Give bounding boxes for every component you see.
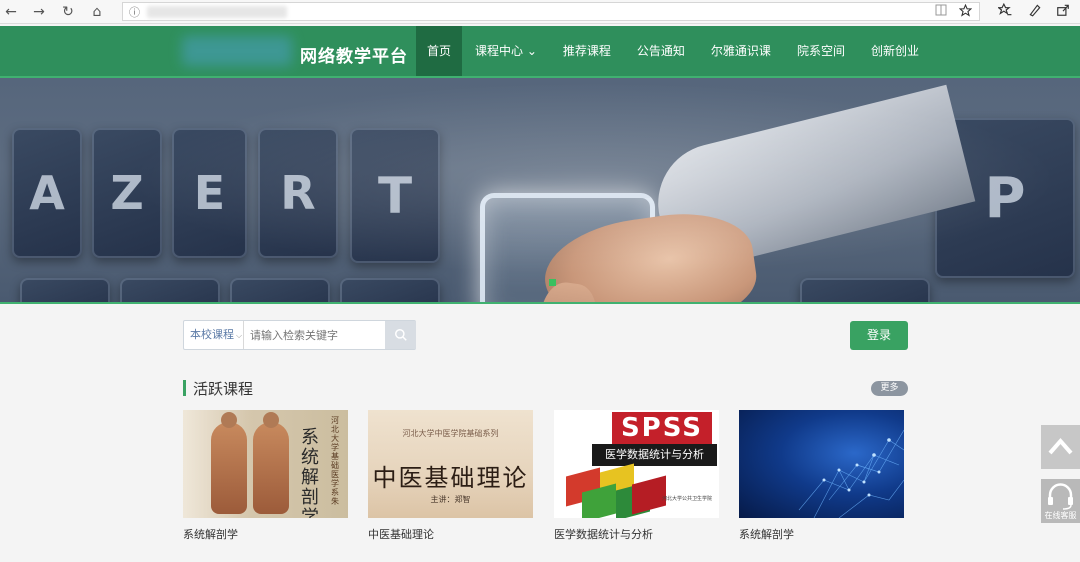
url-text-blurred bbox=[147, 6, 287, 18]
network-graphic bbox=[798, 429, 904, 518]
search-icon bbox=[395, 329, 407, 341]
course-title[interactable]: 中医基础理论 bbox=[368, 526, 434, 542]
course-cover[interactable] bbox=[739, 410, 904, 518]
online-service-label: 在线客服 bbox=[1044, 511, 1077, 520]
favorite-star-icon[interactable] bbox=[958, 3, 973, 20]
cover-calligraphy: 系统解剖学 bbox=[301, 427, 319, 519]
back-to-top-button[interactable] bbox=[1041, 425, 1080, 469]
headset-icon bbox=[1048, 483, 1073, 510]
course-title[interactable]: 医学数据统计与分析 bbox=[554, 526, 653, 542]
cover-title: 中医基础理论 bbox=[372, 464, 529, 492]
course-card[interactable]: 系统解剖学 河北大学基础医学系 朱 系统解剖学 bbox=[183, 410, 348, 541]
course-cover[interactable]: 系统解剖学 河北大学基础医学系 朱 bbox=[183, 410, 348, 518]
cover-title: 医学数据统计与分析 bbox=[592, 444, 717, 466]
nav-announcements[interactable]: 公告通知 bbox=[624, 26, 698, 76]
info-icon[interactable]: ⓘ bbox=[129, 4, 140, 20]
course-cover[interactable]: 河北大学中医学院基础系列 中医基础理论 主讲：郑智 bbox=[368, 410, 533, 518]
nav-department-space[interactable]: 院系空间 bbox=[784, 26, 858, 76]
banner-divider bbox=[0, 302, 1080, 304]
hero-banner[interactable]: A Z E R T P bbox=[0, 78, 1080, 302]
cover-side-text: 河北大学基础医学系 朱 bbox=[331, 416, 339, 506]
chevron-up-icon bbox=[1048, 437, 1073, 455]
course-card[interactable]: SPSS 医学数据统计与分析 河北大学公共卫生学院 医学数据统计与分析 bbox=[554, 410, 719, 541]
search-scope-label: 本校课程 bbox=[190, 328, 234, 341]
course-title[interactable]: 系统解剖学 bbox=[183, 526, 238, 542]
pen-notes-icon[interactable] bbox=[1028, 3, 1042, 21]
course-card[interactable]: 河北大学中医学院基础系列 中医基础理论 主讲：郑智 中医基础理论 bbox=[368, 410, 533, 541]
course-title[interactable]: 系统解剖学 bbox=[739, 526, 794, 542]
school-logo-blurred bbox=[182, 36, 292, 66]
online-service-button[interactable]: 在线客服 bbox=[1041, 479, 1080, 523]
home-icon[interactable]: ⌂ bbox=[88, 3, 106, 21]
cover-caption: 河北大学公共卫生学院 bbox=[662, 496, 713, 502]
course-card[interactable]: 系统解剖学 bbox=[739, 410, 904, 541]
reading-view-icon[interactable] bbox=[935, 4, 947, 19]
cover-subtitle: 河北大学中医学院基础系列 bbox=[402, 429, 499, 438]
chevron-down-icon: ⌵ bbox=[236, 331, 243, 340]
carousel-indicator[interactable] bbox=[549, 279, 556, 286]
search-input[interactable] bbox=[245, 321, 385, 349]
forward-icon[interactable]: → bbox=[30, 3, 48, 21]
search-scope-select[interactable]: 本校课程 ⌵ bbox=[184, 321, 244, 349]
search-button[interactable] bbox=[385, 321, 416, 349]
nav-innovation[interactable]: 创新创业 bbox=[858, 26, 932, 76]
main-nav: 首页 课程中心 ⌄ 推荐课程 公告通知 尔雅通识课 院系空间 创新创业 bbox=[416, 26, 932, 76]
share-icon[interactable] bbox=[1056, 3, 1070, 21]
site-title: 网络教学平台 bbox=[300, 47, 408, 67]
nav-recommended-courses[interactable]: 推荐课程 bbox=[550, 26, 624, 76]
course-cover[interactable]: SPSS 医学数据统计与分析 河北大学公共卫生学院 bbox=[554, 410, 719, 518]
spss-logo: SPSS bbox=[612, 412, 712, 444]
nav-home[interactable]: 首页 bbox=[416, 26, 463, 76]
nav-erya-courses[interactable]: 尔雅通识课 bbox=[698, 26, 784, 76]
section-title: 活跃课程 bbox=[193, 380, 254, 398]
search-box: 本校课程 ⌵ bbox=[183, 320, 416, 350]
reload-icon[interactable]: ↻ bbox=[59, 3, 77, 21]
more-button[interactable]: 更多 bbox=[871, 381, 908, 396]
address-bar[interactable]: ⓘ bbox=[122, 2, 980, 21]
back-icon[interactable]: ← bbox=[2, 3, 20, 21]
browser-toolbar: ← → ↻ ⌂ ⓘ bbox=[0, 0, 1080, 24]
section-marker bbox=[183, 380, 186, 396]
favorites-hub-icon[interactable] bbox=[996, 2, 1012, 21]
nav-course-center[interactable]: 课程中心 ⌄ bbox=[462, 26, 550, 76]
login-button[interactable]: 登录 bbox=[850, 321, 908, 350]
cover-author: 主讲：郑智 bbox=[430, 495, 471, 504]
